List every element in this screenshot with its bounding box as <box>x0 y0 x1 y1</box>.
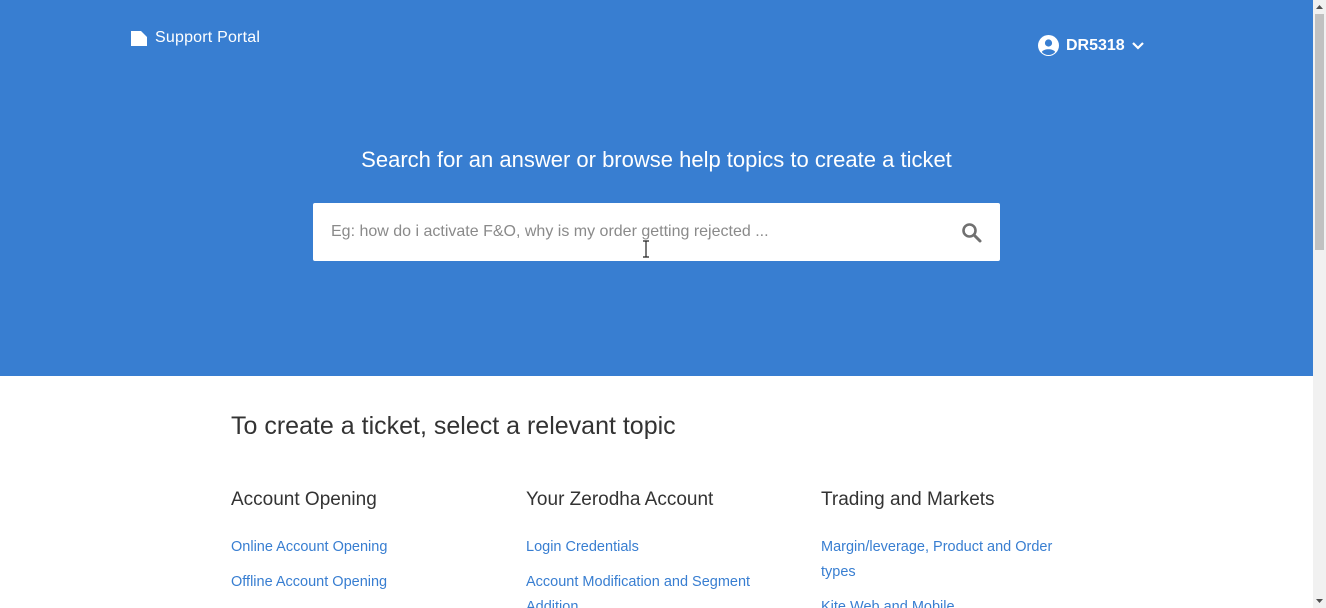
scroll-up-arrow-icon[interactable] <box>1313 0 1326 14</box>
topic-column-trading-markets: Trading and Markets Margin/leverage, Pro… <box>821 487 1071 608</box>
brand-label: Support Portal <box>155 29 261 46</box>
topic-title: Account Opening <box>231 489 377 510</box>
topic-link[interactable]: Offline Account Opening <box>231 570 491 595</box>
vertical-scrollbar[interactable] <box>1313 0 1326 608</box>
user-circle-icon <box>1038 35 1059 56</box>
topics-heading: To create a ticket, select a relevant to… <box>231 412 676 440</box>
scrollbar-thumb[interactable] <box>1315 14 1324 250</box>
search-icon <box>962 223 982 243</box>
portal-logo-icon <box>131 30 147 46</box>
topic-link[interactable]: Account Modification and Segment Additio… <box>526 570 766 608</box>
topic-link[interactable]: Margin/leverage, Product and Order types <box>821 535 1071 585</box>
topic-link[interactable]: Online Account Opening <box>231 535 491 560</box>
topic-link[interactable]: Login Credentials <box>526 535 766 560</box>
topic-title: Your Zerodha Account <box>526 489 714 510</box>
hero-title: Search for an answer or browse help topi… <box>361 147 952 172</box>
user-id: DR5318 <box>1066 36 1125 54</box>
support-portal-page: Support Portal DR5318 Search for an answ… <box>0 0 1313 608</box>
search-button[interactable] <box>961 222 983 244</box>
topic-link[interactable]: Kite Web and Mobile <box>821 595 1071 608</box>
topic-column-account-opening: Account Opening Online Account Opening O… <box>231 487 491 605</box>
hero-banner: Support Portal DR5318 Search for an answ… <box>0 0 1313 376</box>
user-menu[interactable]: DR5318 <box>1038 35 1145 56</box>
search-input[interactable] <box>331 203 941 261</box>
search-box <box>313 203 1000 261</box>
brand-link[interactable]: Support Portal <box>131 29 260 47</box>
text-cursor-icon <box>643 240 649 258</box>
scroll-down-arrow-icon[interactable] <box>1313 594 1326 608</box>
topic-title: Trading and Markets <box>821 489 995 510</box>
chevron-down-icon <box>1131 41 1144 50</box>
topic-column-your-account: Your Zerodha Account Login Credentials A… <box>526 487 766 608</box>
